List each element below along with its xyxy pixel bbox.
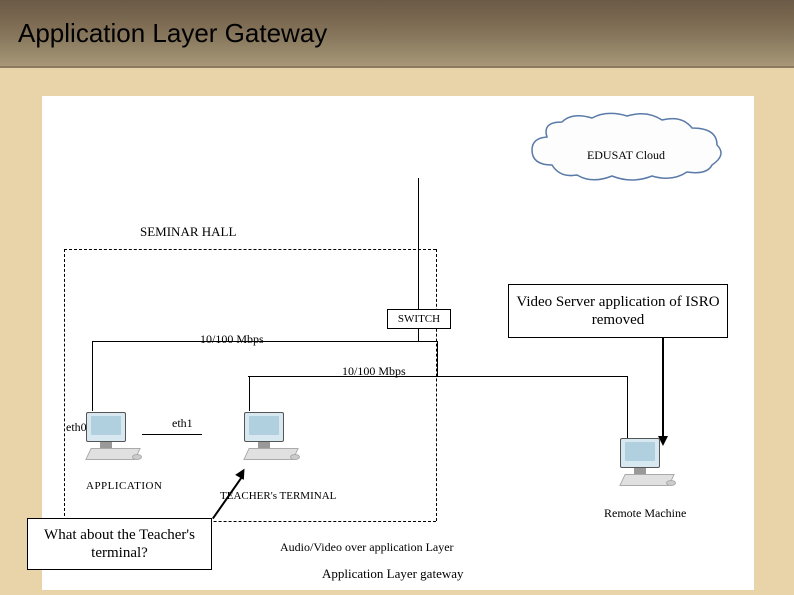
callout-video-server: Video Server application of ISRO removed xyxy=(508,284,728,338)
switch-box: SWITCH xyxy=(387,309,451,329)
teacher-terminal-label: TEACHER's TERMINAL xyxy=(220,490,336,502)
callout-video-text: Video Server application of ISRO removed xyxy=(509,293,727,329)
remote-machine-label: Remote Machine xyxy=(604,506,686,521)
app-gateway-label: APPLICATION xyxy=(86,480,162,492)
callout2-arrow-head xyxy=(235,466,249,480)
edusat-cloud: EDUSAT Cloud xyxy=(522,110,730,186)
seminar-hall-label: SEMINAR HALL xyxy=(140,224,236,240)
bus-line-1 xyxy=(92,341,437,342)
seminar-box-left xyxy=(64,249,65,521)
line-cloud-to-switch xyxy=(418,178,419,309)
drop-remote xyxy=(627,376,628,438)
caption-label: Application Layer gateway xyxy=(322,566,464,582)
computer-remote xyxy=(614,438,674,492)
seminar-box-right xyxy=(436,249,437,521)
eth1-line xyxy=(142,434,202,435)
computer-teacher xyxy=(238,412,298,466)
speed-label-2: 10/100 Mbps xyxy=(342,364,406,379)
monitor-icon xyxy=(244,412,284,442)
switch-drop xyxy=(418,329,419,341)
callout-teacher-text: What about the Teacher's terminal? xyxy=(28,526,211,562)
computer-app-gateway xyxy=(80,412,140,466)
bus-line-2 xyxy=(248,376,628,377)
monitor-icon xyxy=(620,438,660,468)
bus-connector xyxy=(437,341,438,377)
mouse-icon xyxy=(666,480,676,486)
switch-label: SWITCH xyxy=(398,313,440,325)
monitor-icon xyxy=(86,412,126,442)
drop-teacher xyxy=(249,376,250,411)
diagram-canvas: EDUSAT Cloud SEMINAR HALL SWITCH 10/100 … xyxy=(42,96,754,590)
slide-title: Application Layer Gateway xyxy=(18,18,327,49)
callout1-arrow-line xyxy=(662,338,664,438)
seminar-box-top xyxy=(64,249,436,250)
title-bar: Application Layer Gateway xyxy=(0,0,794,68)
speed-label-1: 10/100 Mbps xyxy=(200,332,264,347)
eth1-label: eth1 xyxy=(172,416,193,431)
mouse-icon xyxy=(132,454,142,460)
drop-appgw xyxy=(92,341,93,411)
audio-video-label: Audio/Video over application Layer xyxy=(280,540,454,555)
cloud-label: EDUSAT Cloud xyxy=(522,148,730,163)
mouse-icon xyxy=(290,454,300,460)
eth0-label: eth0 xyxy=(66,420,87,435)
callout-teacher: What about the Teacher's terminal? xyxy=(27,518,212,570)
